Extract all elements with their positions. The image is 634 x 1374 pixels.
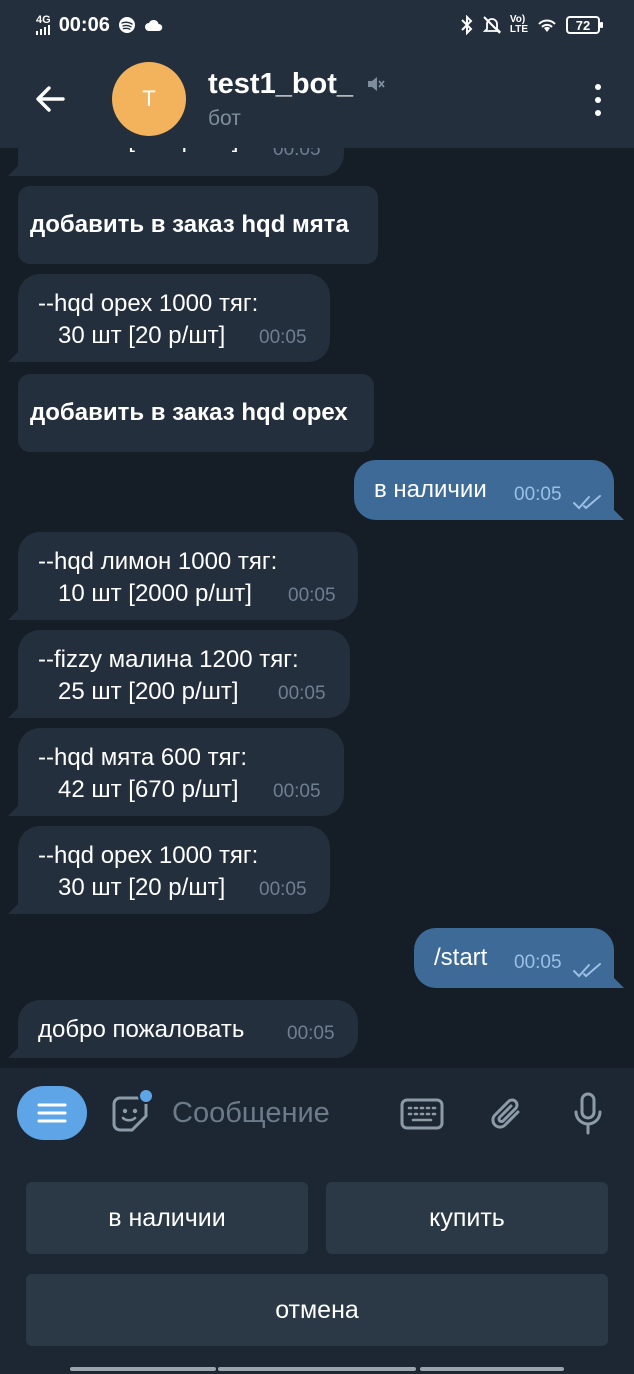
message-incoming[interactable]: --hqd лимон 1000 тяг: 10 шт [2000 р/шт] … — [8, 532, 358, 620]
message-outgoing[interactable]: /start 00:05 — [414, 928, 624, 988]
message-command-bubble[interactable]: добавить в заказ hqd орех — [18, 374, 374, 452]
button-label: отмена — [275, 1295, 359, 1324]
in-stock-button[interactable]: в наличии — [26, 1182, 308, 1254]
nav-gesture-bar — [218, 1367, 416, 1371]
cloud-icon — [144, 19, 163, 31]
status-right: Vo) LTE 72 — [460, 15, 603, 35]
status-bar: 4G 00:06 Vo) LTE 72 — [0, 0, 634, 50]
message-incoming[interactable]: --fizzy малина 1200 тяг: 25 шт [200 р/шт… — [8, 630, 350, 718]
status-time: 00:06 — [58, 13, 110, 36]
muted-speaker-icon — [368, 77, 385, 91]
bubble-tail — [610, 506, 624, 520]
message-time: 00:05 — [273, 148, 321, 160]
message-text: в наличии — [374, 476, 487, 503]
battery-level: 72 — [575, 17, 591, 33]
message-text: 25 шт [200 р/шт] — [58, 678, 239, 705]
message-input[interactable] — [172, 1094, 382, 1132]
menu-dot-icon — [595, 110, 601, 116]
bubble-tail — [610, 974, 624, 988]
message-time: 00:05 — [514, 484, 562, 505]
message-incoming[interactable]: добро пожаловать 00:05 — [8, 1000, 358, 1058]
chat-title-block[interactable]: test1_bot_ бот — [208, 68, 385, 131]
message-time: 00:05 — [288, 585, 336, 606]
bubble-tail — [8, 1044, 22, 1058]
lte-label: LTE — [509, 24, 528, 35]
message-text: --hqd мята 600 тяг: — [38, 744, 248, 771]
nav-gesture-bar — [420, 1367, 564, 1371]
signal-icon — [36, 25, 50, 35]
message-text: добро пожаловать — [38, 1016, 245, 1043]
bubble-tail — [8, 704, 22, 718]
message-outgoing[interactable]: в наличии 00:05 — [354, 460, 624, 520]
battery-icon: 72 — [566, 16, 603, 34]
avatar-letter: T — [142, 86, 156, 111]
microphone-icon — [574, 1092, 602, 1135]
attach-button[interactable] — [486, 1092, 530, 1136]
message-time: 00:05 — [514, 952, 562, 973]
nav-gesture-bar — [70, 1367, 216, 1371]
notification-dot — [138, 1088, 154, 1104]
message-text: 42 шт [670 р/шт] — [58, 776, 239, 803]
message-text: 42 шт [670 р/шт] — [58, 148, 239, 156]
buy-button[interactable]: купить — [326, 1182, 608, 1254]
menu-dot-icon — [595, 84, 601, 90]
button-label: купить — [429, 1203, 505, 1232]
bot-menu-button[interactable] — [17, 1086, 87, 1140]
message-text: --fizzy малина 1200 тяг: — [38, 646, 299, 673]
bell-off-icon — [482, 16, 502, 34]
message-incoming[interactable]: --hqd орех 1000 тяг: 30 шт [20 р/шт] 00:… — [8, 274, 330, 362]
message-time: 00:05 — [278, 683, 326, 704]
message-text: 10 шт [2000 р/шт] — [58, 580, 252, 607]
composer-bar — [0, 1068, 634, 1156]
message-text: /start — [434, 944, 488, 971]
more-options-button[interactable] — [588, 80, 608, 120]
message-text: добавить в заказ hqd орех — [30, 399, 348, 426]
back-button[interactable] — [0, 50, 100, 148]
bubble-tail — [8, 606, 22, 620]
bubble-tail — [8, 802, 22, 816]
cancel-button[interactable]: отмена — [26, 1274, 608, 1346]
volte-indicator: Vo) LTE — [510, 15, 528, 35]
message-text: --hqd орех 1000 тяг: — [38, 290, 259, 317]
wifi-icon — [538, 19, 556, 32]
message-incoming[interactable]: 42 шт [670 р/шт] 00:05 — [8, 148, 344, 176]
message-text: 30 шт [20 р/шт] — [58, 874, 226, 901]
chat-subtitle: бот — [208, 106, 241, 130]
button-label: в наличии — [108, 1203, 226, 1232]
message-incoming[interactable]: --hqd мята 600 тяг: 42 шт [670 р/шт] 00:… — [8, 728, 344, 816]
keyboard-icon — [400, 1098, 444, 1130]
message-list[interactable]: 42 шт [670 р/шт] 00:05 добавить в заказ … — [0, 148, 634, 1068]
network-indicator: 4G — [36, 15, 51, 35]
bubble-tail — [8, 348, 22, 362]
bubble-tail — [8, 162, 22, 176]
double-check-icon — [573, 495, 601, 510]
message-time: 00:05 — [287, 1023, 335, 1044]
chat-header: T test1_bot_ бот — [0, 50, 634, 148]
voice-message-button[interactable] — [566, 1092, 610, 1136]
bubble-tail — [8, 900, 22, 914]
avatar[interactable]: T — [112, 62, 186, 136]
menu-dot-icon — [595, 97, 601, 103]
message-text: --hqd орех 1000 тяг: — [38, 842, 259, 869]
paperclip-icon — [491, 1098, 520, 1129]
reply-keyboard: в наличии купить отмена — [0, 1156, 634, 1374]
arrow-left-icon — [36, 86, 65, 112]
message-text: 30 шт [20 р/шт] — [58, 322, 226, 349]
sticker-button[interactable] — [108, 1088, 154, 1136]
message-incoming[interactable]: --hqd орех 1000 тяг: 30 шт [20 р/шт] 00:… — [8, 826, 330, 914]
double-check-icon — [573, 963, 601, 978]
message-time: 00:05 — [273, 781, 321, 802]
status-left: 4G 00:06 — [36, 14, 164, 37]
message-time: 00:05 — [259, 879, 307, 900]
bluetooth-icon — [461, 15, 473, 35]
menu-lines-icon — [37, 1103, 67, 1123]
message-time: 00:05 — [259, 327, 307, 348]
network-type: 4G — [36, 14, 51, 26]
keyboard-button[interactable] — [400, 1092, 444, 1136]
message-text: --hqd лимон 1000 тяг: — [38, 548, 278, 575]
spotify-icon — [118, 17, 135, 33]
chat-title: test1_bot_ — [208, 67, 354, 100]
message-text: добавить в заказ hqd мята — [30, 211, 349, 238]
message-command-bubble[interactable]: добавить в заказ hqd мята — [18, 186, 378, 264]
